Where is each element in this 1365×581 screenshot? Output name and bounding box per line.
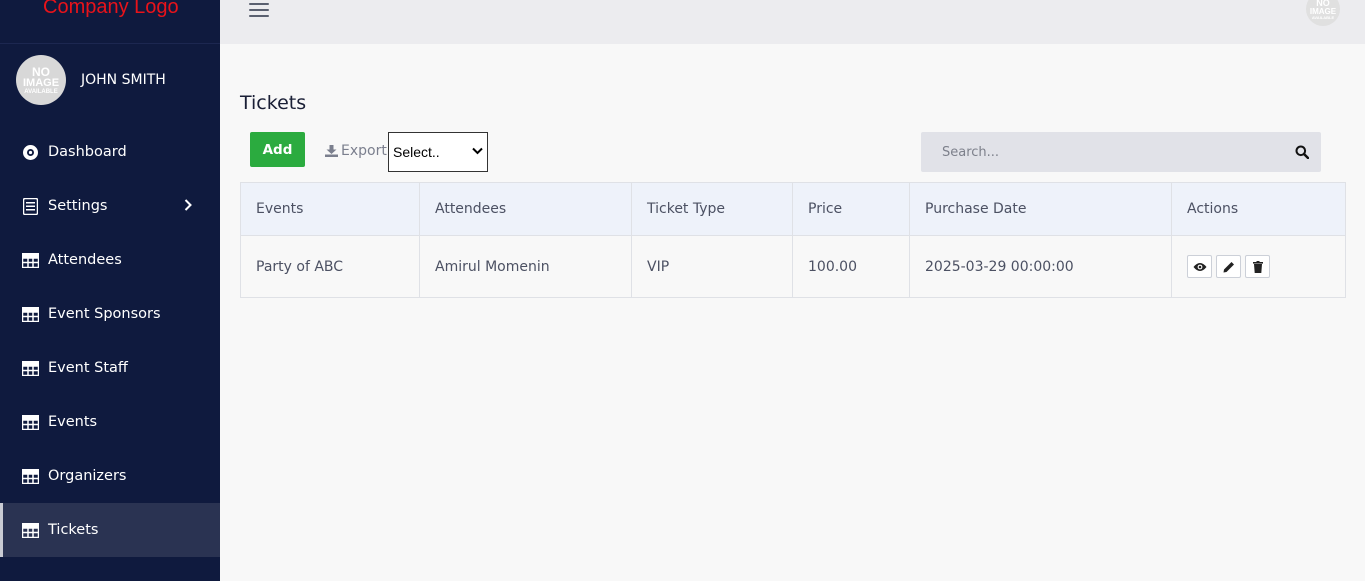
user-name: JOHN SMITH (81, 72, 166, 88)
sidebar-item-label: Attendees (48, 252, 122, 268)
top-bar: NO IMAGE AVAILABLE (220, 0, 1365, 44)
download-icon (325, 145, 338, 157)
cell-actions (1171, 235, 1346, 298)
cell-attendee: Amirul Momenin (419, 235, 632, 298)
sidebar-item-label: Events (48, 414, 98, 430)
sidebar-item-label: Event Sponsors (48, 306, 161, 322)
avatar: NO IMAGE AVAILABLE (16, 55, 66, 105)
sidebar-item-label: Event Staff (48, 360, 128, 376)
chevron-down-icon (472, 147, 483, 155)
grid-icon (22, 306, 39, 323)
sidebar-item-attendees[interactable]: Attendees (0, 233, 220, 287)
grid-icon (22, 414, 39, 431)
sidebar-item-label: Organizers (48, 468, 127, 484)
user-profile[interactable]: NO IMAGE AVAILABLE JOHN SMITH (16, 55, 166, 105)
top-avatar[interactable]: NO IMAGE AVAILABLE (1306, 0, 1340, 26)
delete-button[interactable] (1245, 255, 1270, 278)
add-button[interactable]: Add (250, 132, 305, 167)
trash-icon (1252, 260, 1263, 273)
view-button[interactable] (1187, 255, 1212, 278)
avatar-text-2: IMAGE (22, 76, 60, 89)
column-header-purchase-date[interactable]: Purchase Date (909, 182, 1172, 236)
eye-icon (1193, 262, 1206, 271)
avatar-text-1: NO (32, 64, 50, 79)
sidebar-item-dashboard[interactable]: Dashboard (0, 125, 220, 179)
chevron-right-icon (184, 199, 192, 215)
search-box[interactable]: Search... (921, 132, 1321, 172)
column-header-attendees[interactable]: Attendees (419, 182, 632, 236)
sidebar-item-tickets[interactable]: Tickets (0, 503, 220, 557)
row-actions (1187, 255, 1345, 278)
sidebar-nav: Dashboard Settings Attendees Event Spons… (0, 125, 220, 557)
company-logo[interactable]: Company Logo (43, 0, 179, 19)
avatar-text-3: AVAILABLE (24, 88, 58, 95)
sidebar-item-label: Tickets (48, 522, 99, 538)
sidebar-item-label: Settings (48, 198, 108, 214)
settings-list-icon (22, 197, 39, 215)
column-header-ticket-type[interactable]: Ticket Type (631, 182, 793, 236)
sidebar-item-organizers[interactable]: Organizers (0, 449, 220, 503)
column-header-price[interactable]: Price (792, 182, 910, 236)
hamburger-menu-icon[interactable] (249, 3, 269, 17)
sidebar-item-event-sponsors[interactable]: Event Sponsors (0, 287, 220, 341)
cell-ticket-type: VIP (631, 235, 793, 298)
sidebar-item-events[interactable]: Events (0, 395, 220, 449)
dashboard-icon (22, 144, 39, 161)
page-title: Tickets (240, 92, 307, 114)
grid-icon (22, 252, 39, 269)
cell-price: 100.00 (792, 235, 910, 298)
pencil-icon (1223, 261, 1234, 272)
table-row: Party of ABC Amirul Momenin VIP 100.00 2… (240, 235, 1346, 298)
sidebar: Company Logo NO IMAGE AVAILABLE JOHN SMI… (0, 0, 220, 581)
export-link[interactable]: Export (325, 143, 387, 159)
column-header-events[interactable]: Events (240, 182, 420, 236)
brand-header: Company Logo (0, 0, 220, 44)
sidebar-item-label: Dashboard (48, 144, 127, 160)
column-header-actions: Actions (1171, 182, 1346, 236)
sidebar-item-settings[interactable]: Settings (0, 179, 220, 233)
export-label: Export (341, 143, 387, 159)
grid-icon (22, 522, 39, 539)
sidebar-item-event-staff[interactable]: Event Staff (0, 341, 220, 395)
cell-purchase-date: 2025-03-29 00:00:00 (909, 235, 1172, 298)
cell-event: Party of ABC (240, 235, 420, 298)
search-input[interactable]: Search... (942, 145, 999, 160)
export-format-select[interactable]: Select.. (388, 132, 488, 172)
avatar-text-3: AVAILABLE (1311, 14, 1335, 20)
edit-button[interactable] (1216, 255, 1241, 278)
grid-icon (22, 468, 39, 485)
grid-icon (22, 360, 39, 377)
tickets-table: Events Attendees Ticket Type Price Purch… (240, 182, 1346, 298)
search-icon[interactable] (1295, 145, 1309, 159)
select-value: Select.. (393, 144, 440, 160)
table-header-row: Events Attendees Ticket Type Price Purch… (240, 182, 1346, 236)
